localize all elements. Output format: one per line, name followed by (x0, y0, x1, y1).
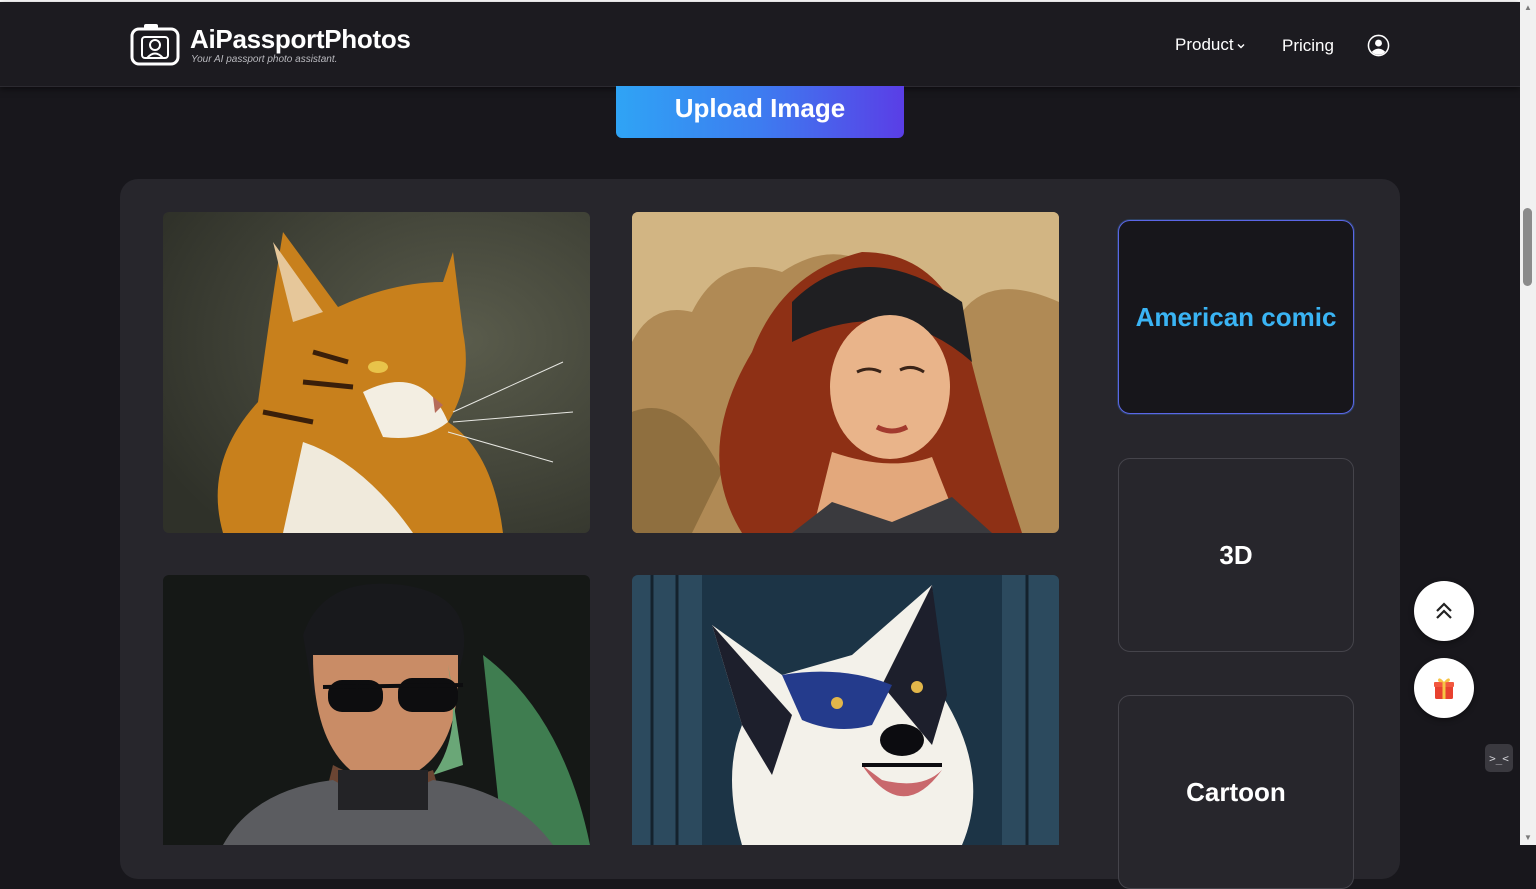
upload-image-button[interactable]: Upload Image (616, 86, 904, 138)
nav-product-label: Product (1175, 35, 1234, 54)
gallery-image-cat[interactable] (163, 212, 590, 533)
scroll-to-top-button[interactable] (1414, 581, 1474, 641)
brand-subtitle: Your AI passport photo assistant. (191, 54, 338, 65)
woman-illustration (632, 212, 1059, 533)
user-account-icon[interactable] (1367, 34, 1390, 57)
nav-product-menu[interactable]: Product (1175, 35, 1246, 55)
page-scrollbar[interactable] (1520, 0, 1536, 845)
man-illustration (163, 575, 590, 845)
camera-logo-icon (130, 24, 180, 66)
brand-title[interactable]: AiPassportPhotos (190, 24, 411, 55)
scroll-thumb[interactable] (1523, 208, 1532, 286)
gallery-image-woman[interactable] (632, 212, 1059, 533)
gallery-image-man[interactable] (163, 575, 590, 845)
gift-icon (1434, 678, 1454, 699)
scroll-down-arrow-icon[interactable]: ▼ (1523, 834, 1533, 842)
nav-pricing-link[interactable]: Pricing (1282, 36, 1334, 56)
style-card-american-comic[interactable]: American comic (1118, 220, 1354, 414)
chevron-down-icon (1237, 44, 1245, 49)
style-card-cartoon[interactable]: Cartoon (1118, 695, 1354, 889)
scroll-up-arrow-icon[interactable]: ▲ (1523, 4, 1533, 12)
gallery-image-dog[interactable] (632, 575, 1059, 845)
cat-illustration (163, 212, 590, 533)
mini-widget[interactable]: >_< (1485, 744, 1513, 772)
site-header: AiPassportPhotos Your AI passport photo … (0, 2, 1520, 87)
dog-illustration (632, 575, 1059, 845)
double-chevron-up-icon (1436, 602, 1452, 619)
gift-button[interactable] (1414, 658, 1474, 718)
style-card-3d[interactable]: 3D (1118, 458, 1354, 652)
